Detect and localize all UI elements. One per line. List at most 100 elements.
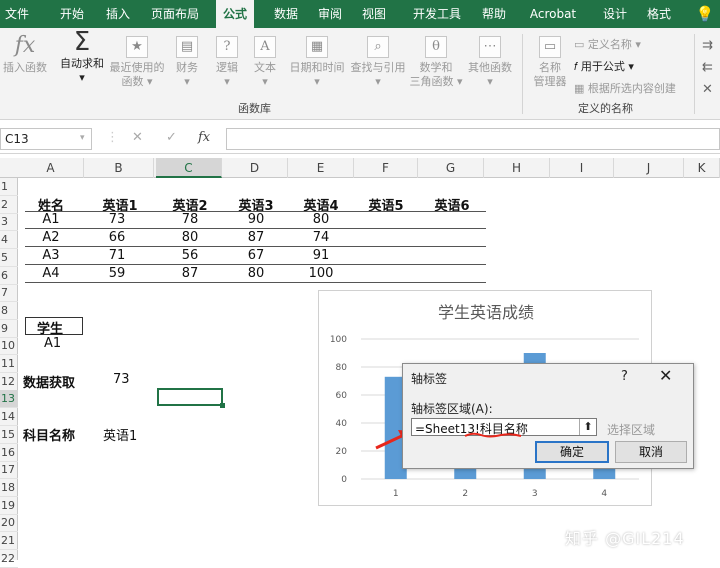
table-cell[interactable]: 91: [291, 248, 351, 263]
tab-4[interactable]: 公式: [216, 0, 254, 28]
tab-1[interactable]: 开始: [50, 0, 94, 28]
tab-10[interactable]: Acrobat: [522, 0, 584, 28]
row-header[interactable]: 21: [0, 532, 18, 550]
close-icon[interactable]: ✕: [659, 366, 672, 385]
use-in-formula-button[interactable]: 𝑓 用于公式 ▾: [574, 58, 634, 74]
row-header[interactable]: 5: [0, 249, 18, 267]
row-header[interactable]: 22: [0, 550, 18, 568]
help-button[interactable]: ?: [621, 369, 628, 384]
row-header[interactable]: 18: [0, 479, 18, 497]
lightbulb-icon[interactable]: 💡: [690, 0, 720, 28]
table-cell[interactable]: A2: [21, 230, 81, 245]
table-cell[interactable]: 90: [226, 212, 286, 227]
table-cell[interactable]: 71: [87, 248, 147, 263]
tab-9[interactable]: 帮助: [472, 0, 516, 28]
row-header[interactable]: 17: [0, 461, 18, 480]
tab-5[interactable]: 数据: [266, 0, 306, 28]
tab-7[interactable]: 视图: [354, 0, 394, 28]
row-header[interactable]: 6: [0, 267, 18, 285]
row-header[interactable]: 2: [0, 196, 18, 214]
column-header[interactable]: F: [354, 158, 418, 178]
trace-precedents-icon[interactable]: ⇉: [702, 38, 713, 53]
recent-functions-button[interactable]: ★ 最近使用的 函数 ▾: [106, 36, 168, 89]
math-trig-button[interactable]: θ 数学和 三角函数 ▾: [408, 36, 464, 89]
tab-8[interactable]: 开发工具: [404, 0, 470, 28]
table-cell[interactable]: A3: [21, 248, 81, 263]
table-cell[interactable]: 87: [160, 266, 220, 281]
column-header[interactable]: A: [18, 158, 84, 178]
row-header[interactable]: 3: [0, 213, 18, 232]
table-cell[interactable]: 87: [226, 230, 286, 245]
column-header[interactable]: G: [418, 158, 484, 178]
lookup-button[interactable]: ⌕ 查找与引用 ▾: [346, 36, 410, 89]
row-header[interactable]: 16: [0, 444, 18, 462]
fill-handle[interactable]: [220, 403, 225, 408]
tab-2[interactable]: 插入: [96, 0, 140, 28]
ok-button[interactable]: 确定: [535, 441, 609, 463]
row-header[interactable]: 20: [0, 514, 18, 533]
tab-12[interactable]: 格式: [638, 0, 680, 28]
range-picker-icon[interactable]: ⬆: [579, 419, 596, 435]
table-cell[interactable]: 66: [87, 230, 147, 245]
fetch-value[interactable]: 73: [113, 372, 130, 387]
enter-icon[interactable]: ✓: [166, 130, 177, 145]
define-name-button[interactable]: ▭ 定义名称 ▾: [574, 36, 641, 52]
column-header[interactable]: K: [684, 158, 720, 178]
create-from-selection-button[interactable]: ▦ 根据所选内容创建: [574, 80, 676, 96]
more-functions-button[interactable]: ⋯ 其他函数 ▾: [464, 36, 516, 89]
cancel-icon[interactable]: ✕: [132, 130, 143, 145]
table-cell[interactable]: 59: [87, 266, 147, 281]
row-header[interactable]: 7: [0, 284, 18, 303]
table-cell[interactable]: 78: [160, 212, 220, 227]
name-box[interactable]: C13: [0, 128, 92, 150]
text-button[interactable]: A 文本 ▾: [248, 36, 282, 89]
student-value[interactable]: A1: [44, 336, 61, 351]
formula-input[interactable]: [226, 128, 720, 150]
column-header[interactable]: J: [614, 158, 684, 178]
remove-arrows-icon[interactable]: ✕: [702, 82, 713, 97]
financial-button[interactable]: ▤ 财务 ▾: [170, 36, 204, 89]
logical-button[interactable]: ? 逻辑 ▾: [210, 36, 244, 89]
table-cell[interactable]: 100: [291, 266, 351, 281]
row-header[interactable]: 14: [0, 408, 18, 427]
row-header[interactable]: 10: [0, 337, 18, 356]
row-header[interactable]: 1: [0, 178, 18, 196]
table-cell[interactable]: 73: [87, 212, 147, 227]
table-cell[interactable]: 74: [291, 230, 351, 245]
insert-function-icon[interactable]: fx: [198, 130, 210, 145]
column-header[interactable]: E: [288, 158, 354, 178]
table-cell[interactable]: 67: [226, 248, 286, 263]
active-cell-c13[interactable]: [157, 388, 225, 408]
row-header[interactable]: 12: [0, 373, 18, 391]
insert-function-button[interactable]: 𝑓x 插入函数: [2, 35, 48, 75]
trace-dependents-icon[interactable]: ⇇: [702, 60, 713, 75]
row-header[interactable]: 8: [0, 302, 18, 320]
name-manager-button[interactable]: ▭ 名称 管理器: [528, 36, 572, 89]
table-cell[interactable]: 80: [291, 212, 351, 227]
tab-3[interactable]: 页面布局: [142, 0, 208, 28]
row-header[interactable]: 13: [0, 390, 18, 409]
tab-11[interactable]: 设计: [596, 0, 634, 28]
table-cell[interactable]: A4: [21, 266, 81, 281]
row-header[interactable]: 15: [0, 426, 18, 444]
column-header[interactable]: H: [484, 158, 550, 178]
column-header[interactable]: B: [84, 158, 154, 178]
tab-0[interactable]: 文件: [0, 0, 34, 28]
row-header[interactable]: 4: [0, 231, 18, 250]
autosum-button[interactable]: Σ 自动求和 ▾: [56, 29, 108, 85]
table-cell[interactable]: A1: [21, 212, 81, 227]
row-header[interactable]: 9: [0, 320, 18, 338]
table-cell[interactable]: 80: [160, 230, 220, 245]
table-cell[interactable]: 56: [160, 248, 220, 263]
name-box-dropdown-icon[interactable]: ▾: [80, 133, 85, 143]
column-header[interactable]: I: [550, 158, 614, 178]
cancel-button[interactable]: 取消: [615, 441, 687, 463]
row-header[interactable]: 19: [0, 497, 18, 515]
table-cell[interactable]: 80: [226, 266, 286, 281]
row-header[interactable]: 11: [0, 355, 18, 373]
column-header[interactable]: D: [222, 158, 288, 178]
tab-6[interactable]: 审阅: [310, 0, 350, 28]
datetime-button[interactable]: ▦ 日期和时间 ▾: [286, 36, 348, 89]
column-header[interactable]: C: [156, 158, 222, 178]
subject-value[interactable]: 英语1: [103, 425, 137, 444]
